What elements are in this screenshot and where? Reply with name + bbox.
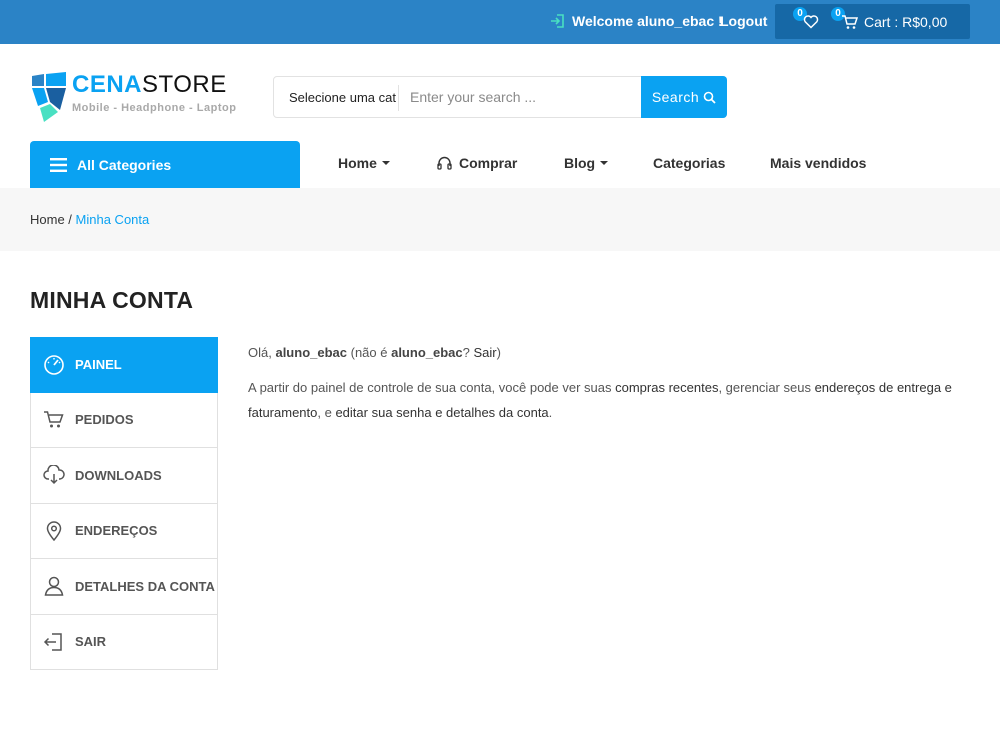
- account-menu-label: ENDEREÇOS: [75, 523, 158, 539]
- account-menu: PAINEL PEDIDOS DOWNLOADS ENDEREÇOS DETAL…: [30, 337, 218, 670]
- welcome-text: Welcome aluno_ebac !: [572, 13, 723, 29]
- intro-text-b: , gerenciar seus: [718, 380, 815, 395]
- sair-link[interactable]: Sair: [473, 345, 496, 360]
- nav-blog-label: Blog: [564, 155, 596, 171]
- account-menu-item-pedidos[interactable]: PEDIDOS: [30, 392, 218, 448]
- nav-comprar-label: Comprar: [459, 155, 518, 171]
- chevron-down-icon: [600, 161, 609, 165]
- account-menu-item-painel[interactable]: PAINEL: [30, 337, 218, 393]
- breadcrumb-home[interactable]: Home: [30, 212, 65, 227]
- search-divider: [398, 85, 399, 111]
- nav-comprar[interactable]: Comprar: [437, 155, 517, 171]
- intro-text-c: , e: [317, 405, 336, 420]
- account-menu-item-enderecos[interactable]: ENDEREÇOS: [30, 503, 218, 559]
- cart-icon[interactable]: [841, 14, 858, 30]
- search-bar: Selecione uma cat Search: [273, 76, 727, 118]
- greeting-not: (não é: [347, 345, 392, 360]
- login-icon: [551, 14, 564, 28]
- edit-account-link[interactable]: editar sua senha e detalhes da conta: [335, 405, 548, 420]
- nav-mais-vendidos[interactable]: Mais vendidos: [770, 155, 866, 171]
- brand-tagline: Mobile - Headphone - Laptop: [72, 102, 237, 114]
- account-menu-item-detalhes[interactable]: DETALHES DA CONTA: [30, 559, 218, 615]
- cart-icon: [44, 411, 64, 428]
- nav-categorias-label: Categorias: [653, 155, 726, 171]
- logout-icon: [43, 633, 62, 651]
- brand-bold: CENA: [72, 71, 143, 98]
- brand-light: STORE: [142, 71, 227, 98]
- page-title: MINHA CONTA: [30, 287, 194, 313]
- account-menu-label: PEDIDOS: [75, 412, 134, 428]
- hamburger-menu-icon: [50, 157, 67, 172]
- location-pin-icon: [46, 521, 62, 541]
- chevron-down-icon: [381, 161, 390, 165]
- nav-home[interactable]: Home: [338, 155, 390, 171]
- dashboard-content: Olá, aluno_ebac (não é aluno_ebac? Sair)…: [248, 340, 973, 435]
- account-menu-label: DOWNLOADS: [75, 467, 162, 483]
- breadcrumb: Home / Minha Conta: [30, 212, 149, 227]
- welcome-message: Welcome aluno_ebac !: [550, 13, 723, 29]
- intro-text-d: .: [548, 405, 553, 420]
- greeting-username: aluno_ebac: [275, 345, 347, 360]
- category-select[interactable]: Selecione uma cat: [289, 90, 396, 105]
- user-icon: [44, 577, 64, 596]
- all-categories-button[interactable]: All Categories: [30, 141, 300, 188]
- greeting-username-2: aluno_ebac: [391, 345, 463, 360]
- greeting-close: ): [496, 345, 501, 360]
- search-button[interactable]: Search: [641, 76, 727, 118]
- search-input[interactable]: [400, 78, 640, 116]
- account-menu-label: SAIR: [75, 634, 107, 650]
- search-icon: [703, 91, 716, 104]
- dashboard-icon: [44, 354, 64, 375]
- headphones-icon: [437, 156, 452, 170]
- cenastore-logo-icon[interactable]: [30, 72, 68, 122]
- intro-paragraph: A partir do painel de controle de sua co…: [248, 375, 973, 425]
- breadcrumb-bar: Home / Minha Conta: [0, 188, 1000, 251]
- breadcrumb-current: Minha Conta: [75, 212, 150, 227]
- brand-name[interactable]: CENASTORE: [72, 71, 227, 99]
- cloud-download-icon: [43, 465, 65, 485]
- cart-total[interactable]: Cart : R$0,00: [864, 14, 947, 30]
- account-menu-label: DETALHES DA CONTA: [75, 578, 215, 594]
- nav-home-label: Home: [338, 155, 377, 171]
- breadcrumb-separator: /: [64, 212, 76, 227]
- cart-box[interactable]: 0 0 Cart : R$0,00: [775, 4, 970, 39]
- recent-orders-link[interactable]: compras recentes: [615, 380, 718, 395]
- greeting-qmark: ?: [462, 345, 474, 360]
- heart-icon[interactable]: [803, 14, 819, 29]
- nav-mais-vendidos-label: Mais vendidos: [770, 155, 867, 171]
- search-button-label: Search: [651, 89, 700, 105]
- greeting-hello: Olá,: [248, 345, 276, 360]
- intro-text-a: A partir do painel de controle de sua co…: [248, 380, 616, 395]
- logout-link[interactable]: Logout: [720, 13, 767, 29]
- account-menu-item-downloads[interactable]: DOWNLOADS: [30, 448, 218, 504]
- top-bar: Welcome aluno_ebac ! Logout 0 0 Cart : R…: [0, 0, 1000, 44]
- greeting-paragraph: Olá, aluno_ebac (não é aluno_ebac? Sair): [248, 340, 973, 365]
- nav-blog[interactable]: Blog: [564, 155, 609, 171]
- nav-categorias[interactable]: Categorias: [653, 155, 725, 171]
- account-menu-item-sair[interactable]: SAIR: [30, 614, 218, 670]
- all-categories-label: All Categories: [77, 156, 172, 173]
- account-menu-label: PAINEL: [75, 357, 122, 373]
